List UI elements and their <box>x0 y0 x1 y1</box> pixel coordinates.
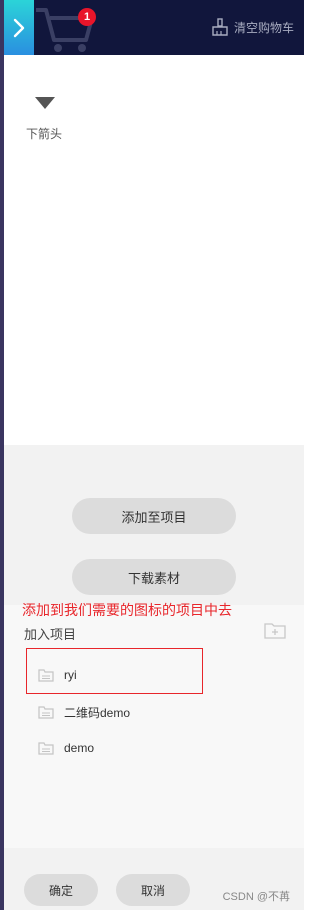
cart-item-label: 下箭头 <box>26 127 63 141</box>
add-to-project-button[interactable]: 添加至项目 <box>72 498 236 534</box>
cart-item-icon[interactable] <box>34 95 56 116</box>
broom-icon <box>212 18 228 36</box>
confirm-button[interactable]: 确定 <box>24 874 98 906</box>
folder-icon <box>38 669 54 682</box>
project-item-ryi[interactable]: ryi <box>38 665 77 685</box>
chevron-right-icon <box>13 18 25 37</box>
cart-count-badge: 1 <box>78 8 96 26</box>
dialog-footer: 确定 取消 CSDN @不苒 <box>4 848 304 910</box>
cancel-button[interactable]: 取消 <box>116 874 190 906</box>
project-panel-title: 加入项目 <box>24 627 77 642</box>
clear-cart-label: 清空购物车 <box>233 20 294 35</box>
cart-icon-list: 下箭头 <box>4 55 304 445</box>
annotation-text: 添加到我们需要的图标的项目中去 <box>22 602 232 618</box>
collapse-panel-button[interactable] <box>4 0 34 55</box>
project-item-name: 二维码demo <box>64 705 131 720</box>
add-folder-icon <box>264 623 286 639</box>
project-item-qrcode-demo[interactable]: 二维码demo <box>38 702 130 722</box>
project-item-name: demo <box>64 741 95 755</box>
project-item-demo[interactable]: demo <box>38 738 94 758</box>
project-item-name: ryi <box>64 668 77 682</box>
new-project-button[interactable] <box>264 621 286 644</box>
cart-header: 1 清空购物车 <box>4 0 304 55</box>
watermark: CSDN @不苒 <box>222 891 290 903</box>
folder-icon <box>38 742 54 755</box>
down-arrow-icon <box>35 97 55 109</box>
project-panel: 加入项目 ryi 二维码demo demo <box>4 605 304 848</box>
folder-icon <box>38 706 54 719</box>
download-button[interactable]: 下载素材 <box>72 559 236 595</box>
clear-cart-button[interactable]: 清空购物车 <box>211 18 294 36</box>
action-panel: 添加至项目 下载素材 <box>4 445 304 605</box>
